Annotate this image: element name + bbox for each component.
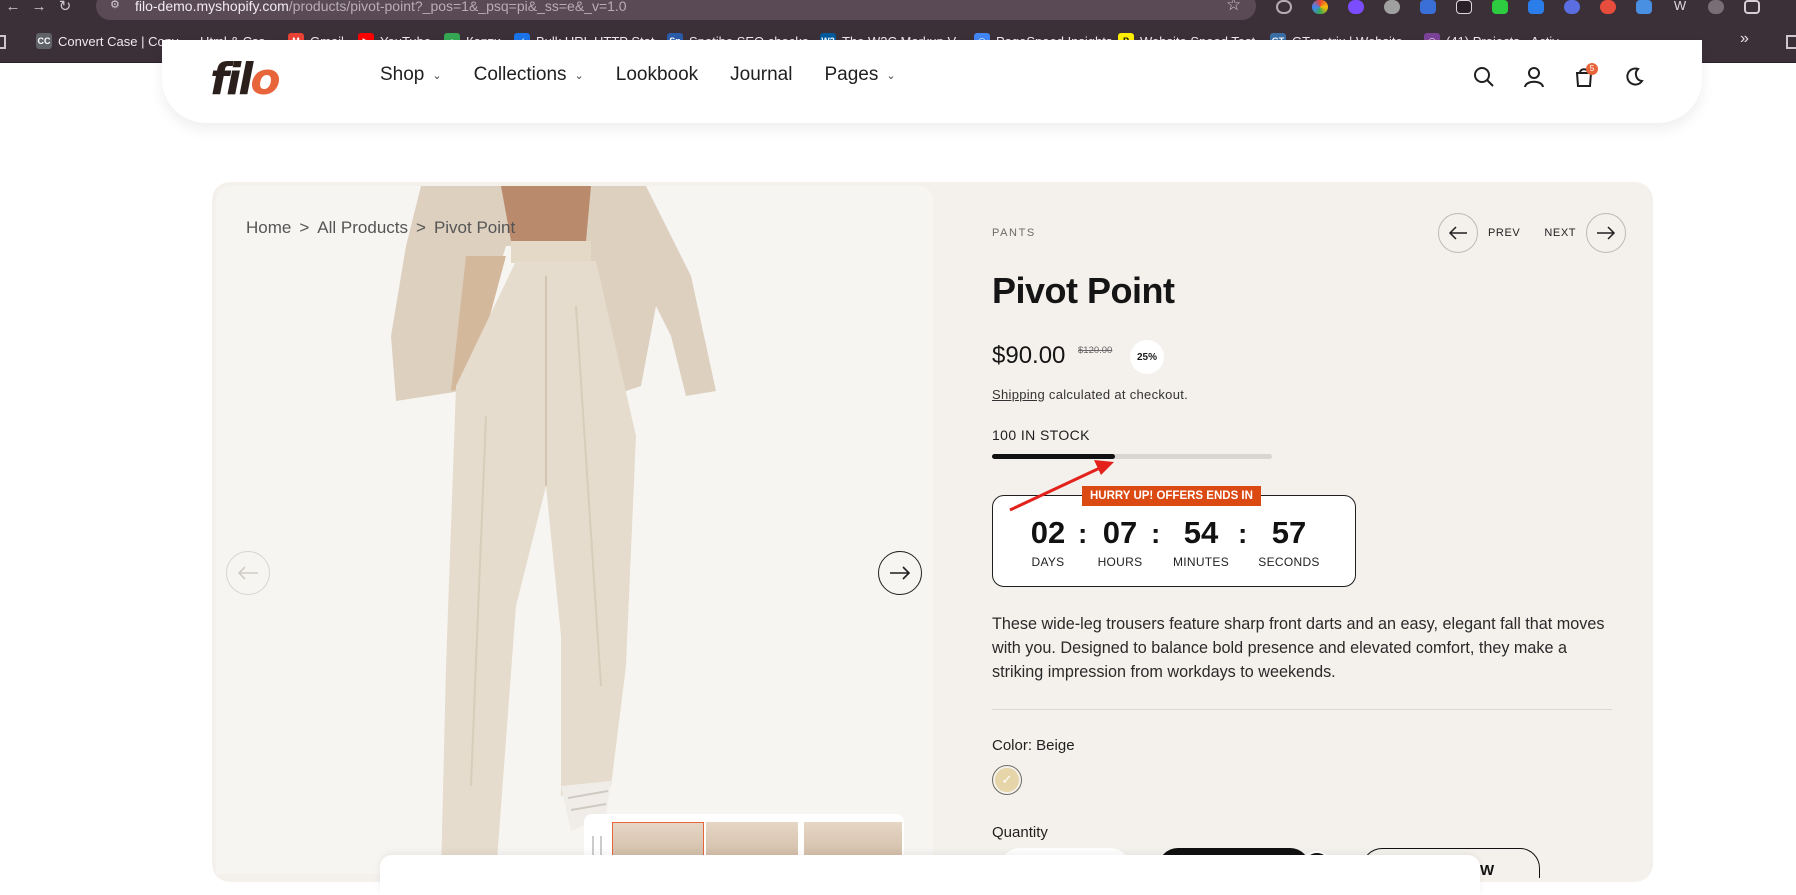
site-header: filo Shop ⌄ Collections ⌄ Lookbook Journal Pag… [162, 40, 1702, 123]
nav-item-lookbook[interactable]: Lookbook [616, 64, 698, 86]
nav-item-label: Pages [824, 64, 879, 85]
breadcrumb-all-products[interactable]: All Products [317, 218, 408, 238]
arrow-left-icon [237, 566, 258, 580]
breadcrumb-current: Pivot Point [433, 218, 516, 237]
breadcrumb-separator: > [416, 218, 426, 237]
countdown-minutes-value: 54 [1183, 515, 1219, 550]
prev-label[interactable]: PREV [1488, 227, 1520, 239]
product-gallery [216, 186, 933, 874]
extension-compass-icon[interactable] [1276, 0, 1292, 14]
nav-item-pages[interactable]: Pages ⌄ [824, 64, 895, 86]
extension-grammar-icon[interactable] [1384, 0, 1400, 14]
next-label[interactable]: NEXT [1544, 227, 1576, 239]
nav-item-label: Lookbook [615, 64, 699, 85]
extension-eyedropper-icon[interactable] [1456, 0, 1472, 14]
nav-item-shop[interactable]: Shop ⌄ [380, 64, 442, 86]
convert-case-icon: CC [36, 33, 52, 49]
shipping-note: Shipping calculated at checkout. [992, 387, 1188, 402]
gallery-next-button[interactable] [878, 551, 922, 595]
product-description: These wide-leg trousers feature sharp fr… [992, 615, 1605, 681]
arrow-right-icon [1597, 226, 1616, 240]
stock-progress-bar [992, 454, 1272, 459]
shipping-note-text: calculated at checkout. [1045, 387, 1189, 402]
forward-icon[interactable]: → [28, 0, 50, 20]
chevron-down-icon: ⌄ [432, 69, 442, 82]
color-label: Color: Beige [992, 737, 1075, 754]
gallery-prev-button[interactable] [226, 551, 270, 595]
all-bookmarks-icon[interactable] [1786, 35, 1796, 49]
product-title: Pivot Point [992, 270, 1175, 311]
countdown-minutes: 54 MINUTES [1161, 515, 1241, 569]
extension-swirl-icon[interactable] [1564, 0, 1580, 14]
countdown-separator: : [1238, 518, 1248, 549]
countdown-seconds-label: SECONDS [1258, 555, 1320, 569]
checkmark-icon: ✓ [995, 768, 1019, 792]
stock-progress-fill [992, 454, 1116, 459]
countdown-minutes-label: MINUTES [1172, 555, 1230, 569]
countdown-days: 02 DAYS [1008, 515, 1088, 569]
product-category[interactable]: PANTS [992, 227, 1036, 239]
quantity-label: Quantity [992, 824, 1048, 841]
reload-icon[interactable]: ↻ [54, 0, 76, 20]
next-product-button[interactable] [1586, 213, 1627, 253]
extension-fi-icon[interactable] [1528, 0, 1544, 14]
extension-camera-icon[interactable] [1708, 0, 1724, 14]
nav-item-label: Shop [380, 64, 425, 85]
chevron-down-icon: ⌄ [574, 69, 584, 82]
arrow-left-icon [1448, 226, 1467, 240]
breadcrumb-separator: > [299, 218, 310, 237]
color-swatch-beige[interactable]: ✓ [992, 765, 1022, 795]
extension-green-icon[interactable] [1492, 0, 1508, 14]
stock-count: 100 IN STOCK [992, 427, 1090, 443]
divider [992, 709, 1612, 710]
back-icon[interactable]: ← [2, 0, 24, 20]
extension-screen-icon[interactable] [1636, 0, 1652, 14]
countdown-seconds: 57 SECONDS [1249, 515, 1329, 569]
sticky-bottom-bar [380, 855, 1480, 895]
account-icon[interactable] [1521, 64, 1547, 90]
countdown-badge: HURRY UP! OFFERS ENDS IN [1082, 486, 1261, 506]
extension-color-icon[interactable] [1312, 0, 1328, 14]
shipping-link[interactable]: Shipping [992, 387, 1045, 402]
apps-icon[interactable] [0, 35, 6, 49]
countdown-days-label: DAYS [1031, 555, 1065, 569]
cart-count-badge: 5 [1586, 63, 1598, 75]
countdown-hours-value: 07 [1102, 515, 1138, 550]
main-navigation: Shop ⌄ Collections ⌄ Lookbook Journal Pages ⌄ [380, 64, 928, 86]
breadcrumb-home[interactable]: Home [246, 218, 291, 238]
countdown-hours: 07 HOURS [1080, 515, 1160, 569]
url-text[interactable]: filo-demo.myshopify.com/products/pivot-p… [135, 0, 627, 14]
extension-blue-icon[interactable] [1420, 0, 1436, 14]
product-pagination: PREV NEXT [1438, 213, 1627, 253]
extension-red-icon[interactable] [1600, 0, 1616, 14]
chevron-down-icon: ⌄ [886, 69, 896, 82]
countdown-seconds-value: 57 [1271, 515, 1307, 550]
countdown-days-value: 02 [1030, 515, 1066, 550]
site-logo[interactable]: filo [210, 58, 281, 102]
browser-toolbar: ← → ↻ ⚙ filo-demo.myshopify.com/products… [0, 0, 1796, 22]
more-bookmarks-icon[interactable]: » [1740, 30, 1749, 48]
arrow-right-icon [890, 566, 911, 580]
search-icon[interactable] [1471, 64, 1497, 90]
countdown-separator: : [1151, 518, 1161, 549]
nav-item-label: Journal [730, 64, 793, 85]
buy-now-label: W [1480, 862, 1495, 879]
breadcrumb: Home > All Products > Pivot Point [246, 218, 515, 238]
nav-item-journal[interactable]: Journal [730, 64, 792, 86]
countdown-hours-label: HOURS [1097, 555, 1143, 569]
product-image [391, 186, 716, 874]
extension-purple-icon[interactable] [1348, 0, 1364, 14]
extension-w-icon[interactable]: W [1672, 0, 1688, 14]
nav-item-collections[interactable]: Collections ⌄ [474, 64, 584, 86]
prev-product-button[interactable] [1438, 213, 1478, 253]
site-settings-icon[interactable]: ⚙ [110, 0, 124, 12]
discount-badge: 25% [1130, 340, 1164, 374]
bookmark-star-icon[interactable]: ☆ [1226, 0, 1241, 13]
compare-at-price: $120.00 [1078, 345, 1113, 356]
extensions-puzzle-icon[interactable] [1744, 0, 1760, 14]
dark-mode-icon[interactable] [1621, 64, 1647, 90]
nav-item-label: Collections [473, 64, 567, 85]
product-price: $90.00 [992, 342, 1066, 369]
